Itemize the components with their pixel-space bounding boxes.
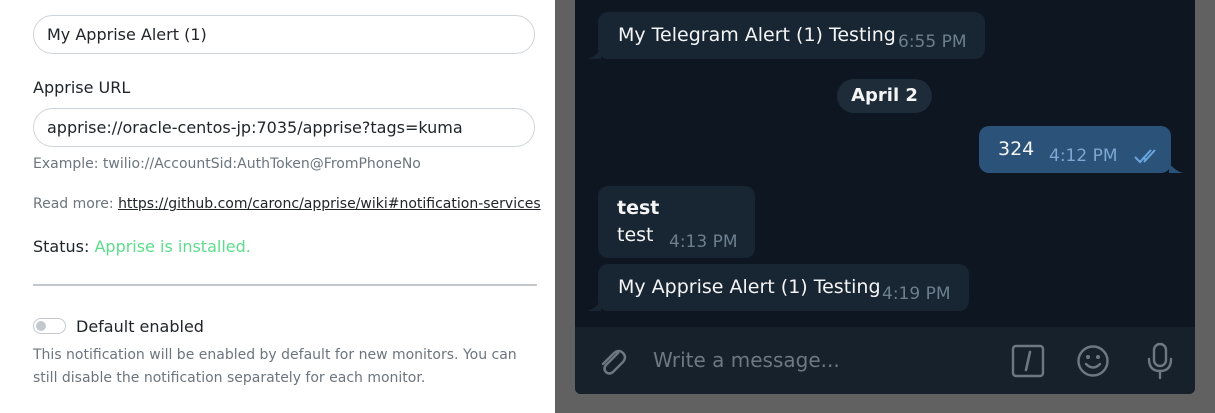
friendly-name-input[interactable]: My Apprise Alert (1) <box>33 15 535 54</box>
message-title: test <box>617 197 660 219</box>
chat-message-1[interactable]: My Telegram Alert (1) Testing 6:55 PM <box>598 12 985 59</box>
telegram-chat-window: My Telegram Alert (1) Testing 6:55 PM Ap… <box>575 0 1195 394</box>
message-time: 6:55 PM <box>898 32 967 52</box>
chat-message-3[interactable]: test test 4:13 PM <box>598 186 755 258</box>
apprise-url-label: Apprise URL <box>33 78 131 97</box>
read-more-line: Read more: https://github.com/caronc/app… <box>33 196 541 212</box>
apprise-status: Status: Apprise is installed. <box>33 237 251 256</box>
default-enabled-description: This notification will be enabled by def… <box>33 347 517 386</box>
date-separator: April 2 <box>837 79 932 113</box>
status-value: Apprise is installed. <box>94 237 251 256</box>
message-text: My Telegram Alert (1) Testing <box>618 24 896 46</box>
read-more-label: Read more: <box>33 196 114 212</box>
attach-icon[interactable] <box>595 344 629 378</box>
message-composer: Write a message... <box>575 327 1195 394</box>
apprise-docs-link[interactable]: https://github.com/caronc/apprise/wiki#n… <box>118 196 541 212</box>
section-divider <box>33 284 537 286</box>
emoji-icon[interactable] <box>1076 344 1110 378</box>
apprise-url-example: Example: twilio://AccountSid:AuthToken@F… <box>33 156 421 172</box>
message-time: 4:19 PM <box>882 284 951 304</box>
bubble-tail-1 <box>587 49 601 59</box>
chat-message-4[interactable]: My Apprise Alert (1) Testing 4:19 PM <box>598 264 969 311</box>
bot-command-icon[interactable] <box>1011 344 1045 378</box>
chat-message-2[interactable]: 324 4:12 PM <box>979 126 1171 173</box>
default-enabled-toggle[interactable] <box>33 318 66 334</box>
message-time: 4:12 PM <box>1049 146 1118 166</box>
default-enabled-label: Default enabled <box>76 317 204 336</box>
microphone-icon[interactable] <box>1146 342 1174 380</box>
message-text: test <box>617 224 654 246</box>
apprise-url-input[interactable]: apprise://oracle-centos-jp:7035/apprise?… <box>33 108 535 147</box>
status-label: Status: <box>33 237 90 256</box>
message-input[interactable]: Write a message... <box>653 348 840 372</box>
message-text: My Apprise Alert (1) Testing <box>618 276 881 298</box>
bubble-tail-2 <box>1169 163 1183 173</box>
notification-settings-modal: My Apprise Alert (1) Apprise URL apprise… <box>0 0 555 413</box>
bubble-tail-4 <box>587 301 601 311</box>
message-time: 4:13 PM <box>669 232 738 252</box>
toggle-knob <box>36 321 46 331</box>
message-text: 324 <box>998 138 1035 160</box>
read-receipt-icon <box>1134 149 1156 164</box>
